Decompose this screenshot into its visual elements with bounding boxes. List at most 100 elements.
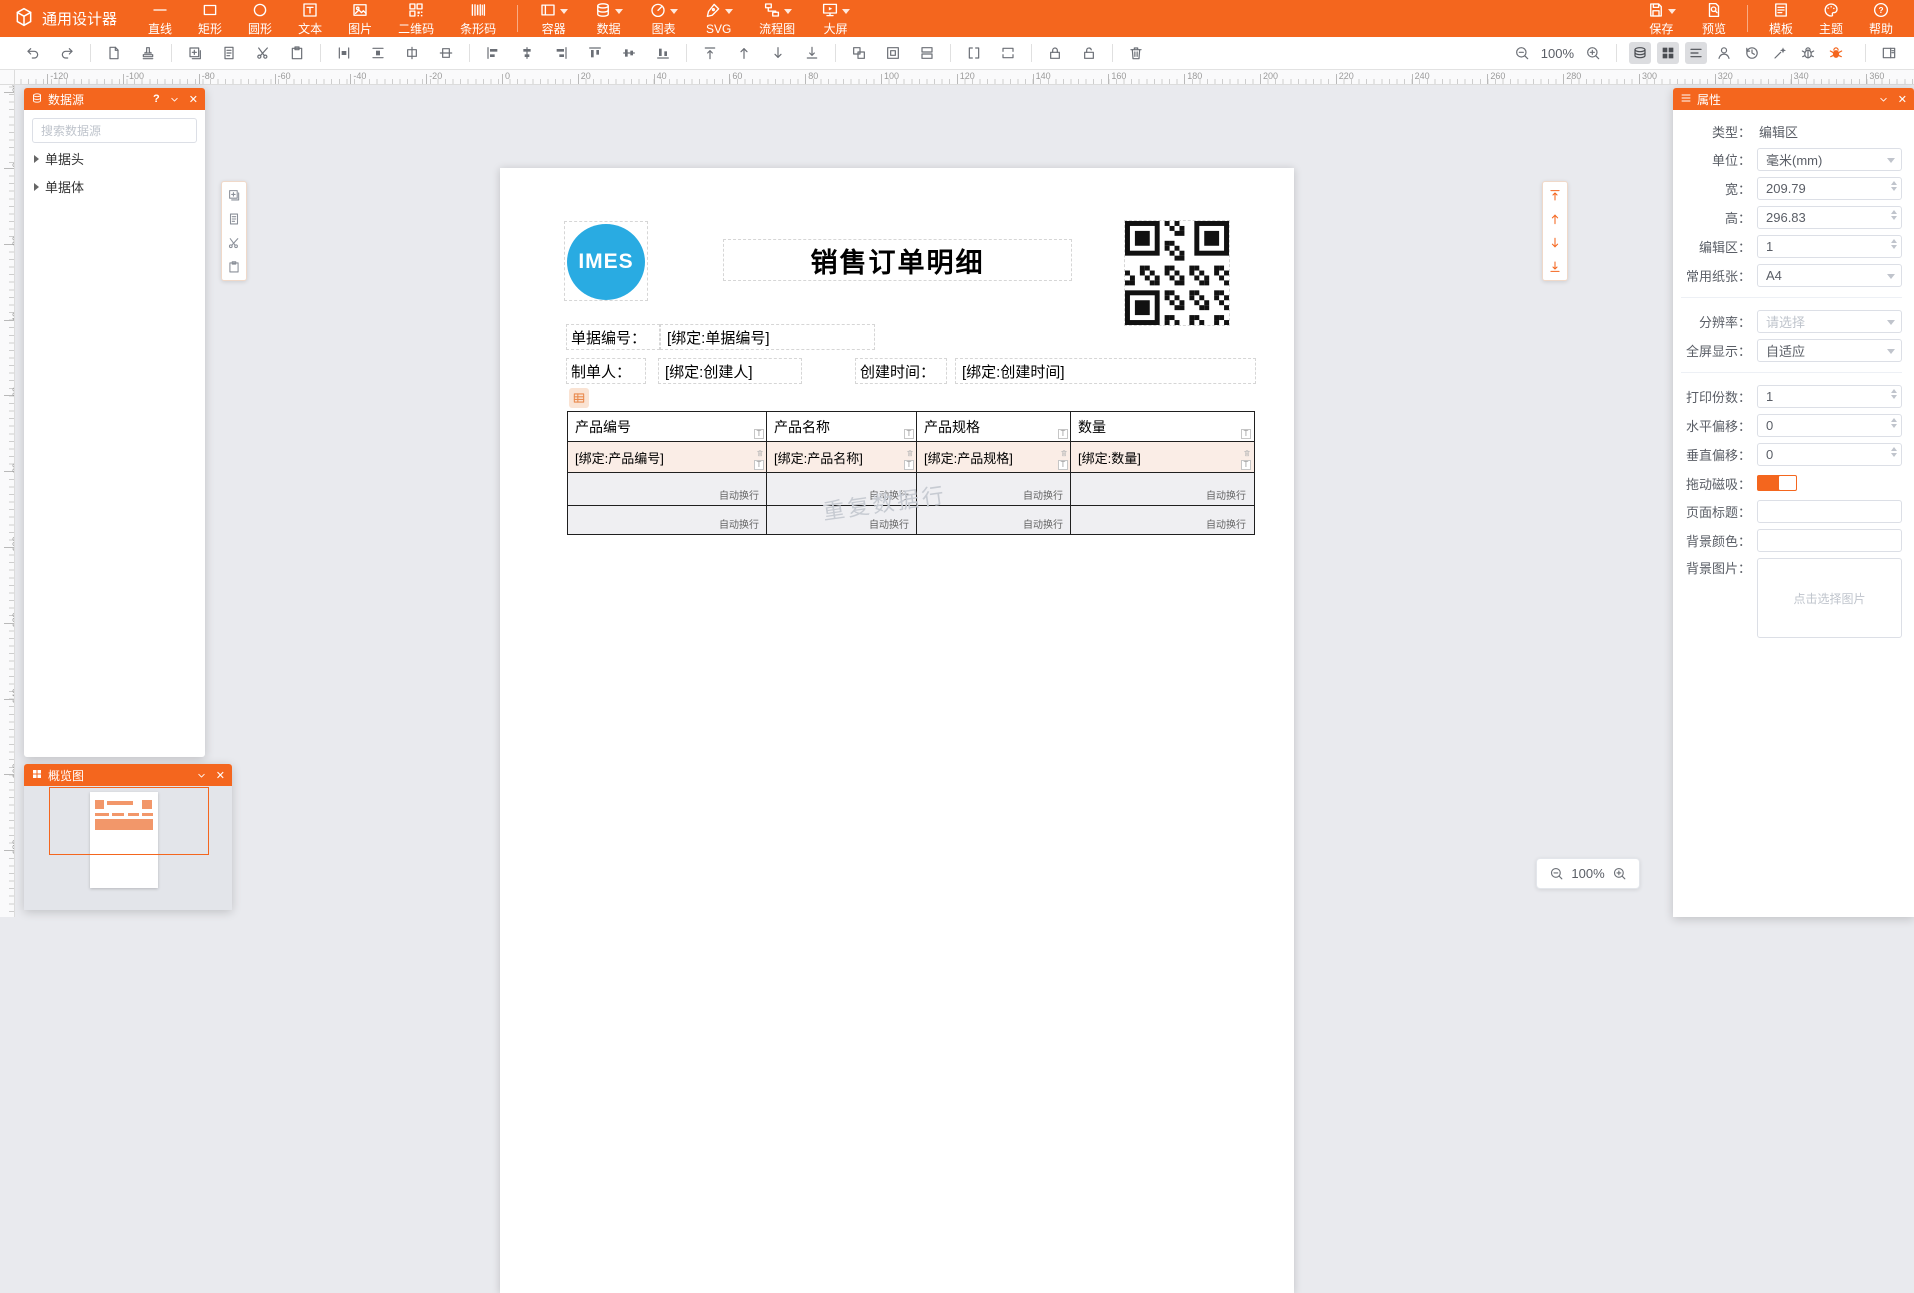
user-icon[interactable] bbox=[1713, 42, 1735, 64]
text-style-badge[interactable]: T bbox=[904, 460, 914, 470]
document-page[interactable]: IMES 销售订单明细 单据编号： [绑定:单据编号] 制单人： [绑定:创建人… bbox=[500, 168, 1294, 1293]
trash-icon[interactable] bbox=[1060, 444, 1068, 460]
datasource-panel-header[interactable]: 数据源 ? ✕ bbox=[24, 88, 205, 110]
chevron-down-icon[interactable] bbox=[670, 9, 678, 14]
doc-title-element[interactable]: 销售订单明细 bbox=[723, 239, 1072, 281]
center-horizontal-icon[interactable] bbox=[401, 42, 423, 64]
tool-svg[interactable]: SVG bbox=[691, 0, 746, 37]
table-tool-button[interactable] bbox=[569, 388, 589, 408]
text-style-badge[interactable]: T bbox=[1241, 429, 1251, 439]
prop-input-page-title[interactable] bbox=[1757, 500, 1902, 523]
text-style-badge[interactable]: T bbox=[904, 429, 914, 439]
zoom-out-icon[interactable] bbox=[1511, 42, 1533, 64]
overview-viewport[interactable] bbox=[49, 787, 209, 855]
table-header-cell[interactable]: 产品名称T bbox=[767, 412, 917, 441]
table-header-cell[interactable]: 产品规格T bbox=[917, 412, 1071, 441]
align-center-icon[interactable] bbox=[516, 42, 538, 64]
table-autowrap-cell[interactable]: 自动换行 bbox=[1071, 506, 1253, 534]
bug-icon[interactable] bbox=[1797, 42, 1819, 64]
bug-filled-icon[interactable] bbox=[1825, 42, 1847, 64]
close-icon[interactable]: ✕ bbox=[216, 769, 225, 782]
trash-icon[interactable] bbox=[1125, 42, 1147, 64]
number-stepper[interactable] bbox=[1891, 181, 1897, 191]
magic-wand-icon[interactable] bbox=[1769, 42, 1791, 64]
number-stepper[interactable] bbox=[1891, 239, 1897, 249]
prop-input-offset-y[interactable]: 0 bbox=[1757, 443, 1902, 466]
layers-icon[interactable] bbox=[1629, 42, 1651, 64]
table-header-cell[interactable]: 数量T bbox=[1071, 412, 1253, 441]
send-to-back-icon[interactable] bbox=[1545, 257, 1565, 277]
prop-select-resolution[interactable]: 请选择 bbox=[1757, 310, 1902, 333]
table-header-cell[interactable]: 产品编号T bbox=[568, 412, 767, 441]
number-stepper[interactable] bbox=[1891, 447, 1897, 457]
cut-icon[interactable] bbox=[224, 233, 244, 253]
close-icon[interactable]: ✕ bbox=[189, 93, 198, 106]
tool-text[interactable]: 文本 bbox=[285, 0, 335, 37]
undo-icon[interactable] bbox=[22, 42, 44, 64]
distribute-horizontal-icon[interactable] bbox=[333, 42, 355, 64]
align-middle-icon[interactable] bbox=[618, 42, 640, 64]
select-arrow-icon[interactable] bbox=[1887, 158, 1895, 163]
number-stepper[interactable] bbox=[1891, 389, 1897, 399]
text-style-badge[interactable]: T bbox=[1241, 460, 1251, 470]
chevron-down-icon[interactable] bbox=[615, 9, 623, 14]
created-time-label[interactable]: 创建时间： bbox=[855, 358, 947, 384]
number-stepper[interactable] bbox=[1891, 418, 1897, 428]
paste-icon[interactable] bbox=[224, 257, 244, 277]
tool-line[interactable]: 直线 bbox=[135, 0, 185, 37]
lock-icon[interactable] bbox=[1044, 42, 1066, 64]
prop-input-width[interactable]: 209.79 bbox=[1757, 177, 1902, 200]
tool-qrcode[interactable]: 二维码 bbox=[385, 0, 447, 37]
align-left-icon[interactable] bbox=[482, 42, 504, 64]
align-bottom-icon[interactable] bbox=[652, 42, 674, 64]
move-down-icon[interactable] bbox=[767, 42, 789, 64]
tool-save[interactable]: 保存 bbox=[1634, 0, 1689, 37]
doc-no-binding[interactable]: [绑定:单据编号] bbox=[660, 324, 875, 350]
duplicate-icon[interactable] bbox=[184, 42, 206, 64]
tool-rect[interactable]: 矩形 bbox=[185, 0, 235, 37]
creator-label[interactable]: 制单人： bbox=[566, 358, 646, 384]
align-right-icon[interactable] bbox=[550, 42, 572, 64]
trash-icon[interactable] bbox=[756, 444, 764, 460]
table-binding-cell[interactable]: [绑定:产品规格]T bbox=[917, 442, 1071, 472]
expand-arrow-icon[interactable] bbox=[34, 183, 39, 191]
document-icon[interactable] bbox=[218, 42, 240, 64]
prop-select-unit[interactable]: 毫米(mm) bbox=[1757, 148, 1902, 171]
tool-circle[interactable]: 圆形 bbox=[235, 0, 285, 37]
prop-input-print-copies[interactable]: 1 bbox=[1757, 385, 1902, 408]
select-arrow-icon[interactable] bbox=[1887, 320, 1895, 325]
paste-icon[interactable] bbox=[286, 42, 308, 64]
collapse-icon[interactable] bbox=[196, 770, 207, 781]
tool-bigscreen[interactable]: 大屏 bbox=[808, 0, 863, 37]
select-arrow-icon[interactable] bbox=[1887, 274, 1895, 279]
overview-map[interactable] bbox=[24, 786, 232, 910]
prop-imagepicker-bg-image[interactable]: 点击选择图片 bbox=[1757, 558, 1902, 638]
logo-element[interactable]: IMES bbox=[564, 221, 648, 301]
select-arrow-icon[interactable] bbox=[1887, 349, 1895, 354]
unlock-icon[interactable] bbox=[1078, 42, 1100, 64]
tool-data[interactable]: 数据 bbox=[581, 0, 636, 37]
table-autowrap-cell[interactable]: 自动换行 bbox=[568, 473, 767, 505]
prop-input-height[interactable]: 296.83 bbox=[1757, 206, 1902, 229]
chevron-down-icon[interactable] bbox=[842, 9, 850, 14]
move-up-icon[interactable] bbox=[733, 42, 755, 64]
chevron-down-icon[interactable] bbox=[784, 9, 792, 14]
tool-chart[interactable]: 图表 bbox=[636, 0, 691, 37]
collapse-icon[interactable] bbox=[1878, 94, 1889, 105]
clear-stamp-icon[interactable] bbox=[137, 42, 159, 64]
tool-template[interactable]: 模板 bbox=[1756, 0, 1806, 37]
text-style-badge[interactable]: T bbox=[754, 460, 764, 470]
chevron-down-icon[interactable] bbox=[1668, 9, 1676, 14]
tool-image[interactable]: 图片 bbox=[335, 0, 385, 37]
bring-to-front-icon[interactable] bbox=[1545, 185, 1565, 205]
text-style-badge[interactable]: T bbox=[1058, 429, 1068, 439]
prop-select-paper[interactable]: A4 bbox=[1757, 264, 1902, 287]
doc-no-label[interactable]: 单据编号： bbox=[566, 324, 660, 350]
distribute-vertical-icon[interactable] bbox=[367, 42, 389, 64]
text-style-badge[interactable]: T bbox=[754, 429, 764, 439]
table-autowrap-cell[interactable]: 自动换行 bbox=[568, 506, 767, 534]
ungroup-icon[interactable] bbox=[882, 42, 904, 64]
chevron-down-icon[interactable] bbox=[725, 9, 733, 14]
creator-binding[interactable]: [绑定:创建人] bbox=[658, 358, 802, 384]
expand-arrow-icon[interactable] bbox=[34, 155, 39, 163]
